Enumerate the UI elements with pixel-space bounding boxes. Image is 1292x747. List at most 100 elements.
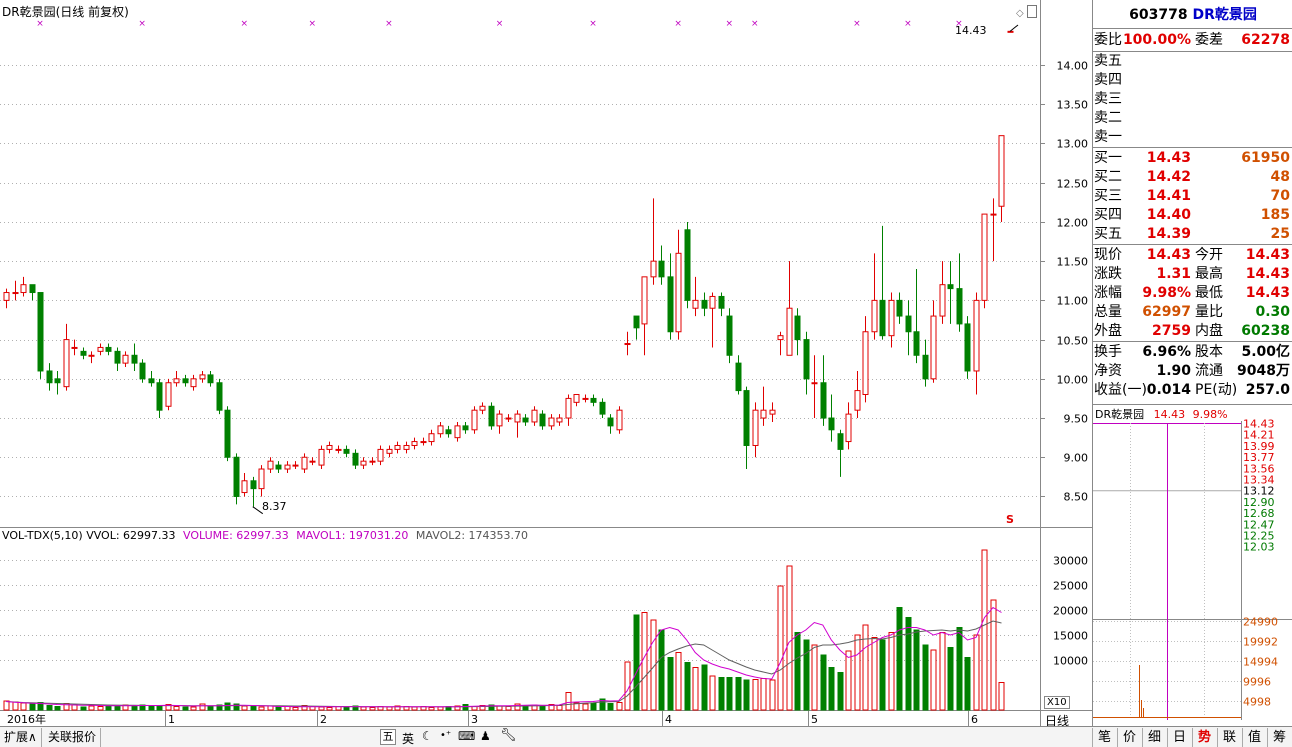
panel-tab-3[interactable]: 日 [1167, 728, 1191, 747]
volume-bar [735, 677, 742, 711]
keyboard-icon[interactable]: ⌨ [458, 729, 475, 743]
last-price-label: 14.43 [955, 24, 987, 37]
stat-label: 总量 [1094, 304, 1122, 320]
candle-body [71, 346, 78, 349]
stat-label: 今开 [1195, 247, 1223, 263]
mini-vol-tick: 9996 [1243, 676, 1271, 689]
candle-body [454, 425, 461, 439]
candle-body [190, 378, 197, 388]
stock-name[interactable]: DR乾景园 [1192, 7, 1256, 23]
price-tick-label: 14.00 [1057, 60, 1089, 73]
candle-body [352, 452, 359, 466]
panel-tab-5[interactable]: 联 [1217, 728, 1241, 747]
candle-body [284, 464, 291, 470]
candle-body [837, 433, 844, 450]
volume-bar [514, 703, 521, 711]
volume-bar [292, 707, 299, 711]
mini-vol-tick: 14994 [1243, 656, 1278, 669]
corner-box-icon [1027, 5, 1037, 18]
bottom-toolbar: 扩展∧ 关联报价 五 英 ☾ •⁺ ⌨ ♟ 🔧︎ 笔价细日势联值筹 [0, 726, 1292, 747]
mini-price-tick: 12.03 [1243, 541, 1275, 554]
stat-value: 1.31 [1156, 266, 1191, 282]
fin-label: 换手 [1094, 344, 1122, 360]
stat-label: 涨幅 [1094, 285, 1122, 301]
candle-body [250, 480, 257, 490]
volume-bar [760, 678, 767, 711]
volume-bar [411, 706, 418, 711]
stat-label: 最低 [1195, 285, 1223, 301]
volume-bar [667, 657, 674, 711]
stat-label: 外盘 [1094, 323, 1122, 339]
panel-tab-2[interactable]: 细 [1142, 728, 1166, 747]
volume-bar [386, 706, 393, 711]
candle-body [301, 456, 308, 470]
signal-marker: × [309, 19, 317, 29]
candle-body [37, 292, 44, 372]
volume-bar [616, 702, 623, 711]
low-price-label: 8.37 [262, 500, 287, 513]
fin-value: 1.90 [1156, 363, 1191, 379]
volume-bar [905, 617, 912, 711]
fin-value: 5.00亿 [1241, 344, 1290, 360]
moon-icon[interactable]: ☾ [422, 729, 433, 743]
dot-icon[interactable]: •⁺ [440, 730, 451, 741]
mini-panel[interactable]: DR乾景园 14.43 9.98% 14.43 14.21 13.99 13.77 13… [1092, 404, 1292, 726]
signal-marker: × [385, 19, 393, 29]
ying-icon[interactable]: 英 [402, 730, 414, 747]
volume-bar [879, 639, 886, 711]
volume-bar [913, 629, 920, 711]
volume-bar [156, 706, 163, 711]
signal-marker: × [674, 19, 682, 29]
candle-body [360, 460, 367, 466]
price-tick-label: 10.50 [1057, 335, 1089, 348]
buy-price: 14.40 [1146, 207, 1191, 223]
candle-body [131, 354, 138, 364]
quote-row: 现价 14.43 今开 14.43 [1093, 246, 1292, 265]
candle-body [12, 292, 19, 295]
panel-tab-4[interactable]: 势 [1192, 728, 1216, 747]
stock-code: 603778 [1129, 7, 1188, 23]
volume-bar [590, 703, 597, 711]
candle-body [411, 441, 418, 446]
vol-tick-label: 20000 [1053, 605, 1088, 618]
candle-body [828, 417, 835, 431]
weicha-value: 62278 [1241, 32, 1290, 48]
volume-bar [97, 706, 104, 711]
panel-tab-1[interactable]: 价 [1117, 728, 1141, 747]
volume-bar [709, 675, 716, 711]
wrench-icon[interactable]: 🔧︎ [500, 728, 517, 743]
volume-bar [786, 565, 793, 711]
buy-price: 14.42 [1146, 169, 1191, 185]
panel-tab-6[interactable]: 值 [1242, 728, 1266, 747]
candle-body [522, 417, 529, 423]
mavol1-line [5, 606, 1002, 708]
quote-row: 卖五 [1093, 52, 1292, 71]
candle-body [97, 346, 104, 352]
panel-tab-7[interactable]: 筹 [1267, 728, 1291, 747]
quote-row: 外盘 2759 内盘 60238 [1093, 322, 1292, 341]
buy-price: 14.41 [1146, 188, 1191, 204]
signal-marker: × [904, 19, 912, 29]
candle-body [437, 425, 444, 435]
volume-bar [675, 652, 682, 711]
volume-bar [224, 702, 231, 711]
x-axis-label: 3 [471, 713, 478, 726]
quote-row: 卖一 [1093, 128, 1292, 147]
expand-tab[interactable]: 扩展∧ [0, 728, 42, 747]
wu-icon[interactable]: 五 [380, 729, 396, 745]
user-icon[interactable]: ♟ [480, 729, 491, 743]
candle-body [258, 468, 265, 490]
volume-bar [820, 654, 827, 711]
candle-body [675, 252, 682, 333]
quote-row: 涨跌 1.31 最高 14.43 [1093, 265, 1292, 284]
price-tick-label: 11.00 [1057, 295, 1089, 308]
vol-tick-label: 15000 [1053, 630, 1088, 643]
panel-tab-0[interactable]: 笔 [1092, 728, 1116, 747]
kline-chart[interactable]: 14.00 13.50 13.00 12.50 12.00 11.50 11.00 10.50… [0, 0, 1092, 726]
candle-body [54, 378, 61, 384]
vol-tick-label: 30000 [1053, 555, 1088, 568]
candle-body [998, 135, 1005, 207]
related-quote-tab[interactable]: 关联报价 [44, 728, 102, 747]
signal-marker: × [853, 19, 861, 29]
vol-indicator-name[interactable]: VOL-TDX(5,10) [2, 529, 83, 542]
